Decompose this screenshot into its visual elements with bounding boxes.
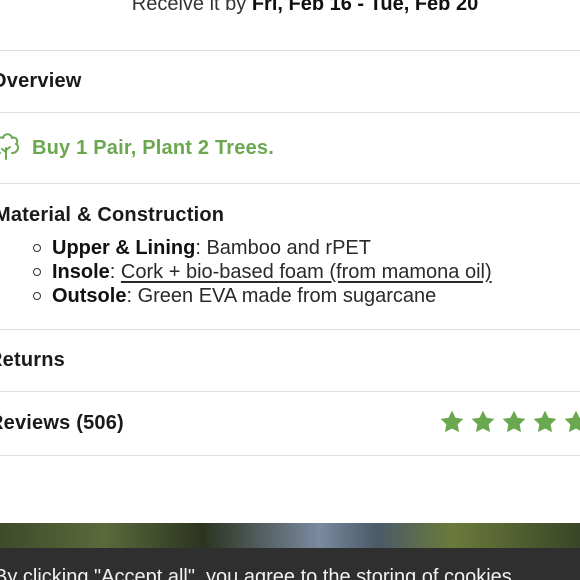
delivery-prefix: Receive it by — [131, 0, 252, 15]
divider — [0, 50, 580, 51]
insole-link[interactable]: Cork + bio-based foam (from mamona oil) — [121, 261, 492, 283]
material-value: Green EVA made from sugarcane — [137, 285, 437, 307]
separator: : — [126, 285, 138, 307]
material-name: Insole — [52, 261, 110, 283]
material-construction-toggle[interactable]: Material & Construction — [0, 204, 224, 227]
divider — [0, 391, 580, 392]
star-icon — [502, 410, 526, 433]
lifestyle-photo — [0, 523, 580, 548]
divider — [0, 183, 580, 184]
separator: : — [109, 261, 121, 283]
material-name: Outsole — [52, 285, 127, 307]
star-icon — [440, 410, 464, 433]
material-item-outsole: Outsole: Green EVA made from sugarcane — [30, 284, 492, 308]
returns-toggle[interactable]: Returns — [0, 349, 65, 372]
star-icon — [564, 410, 580, 433]
material-value: Bamboo and rPET — [206, 237, 371, 259]
star-icon — [533, 410, 557, 433]
promo-text: Buy 1 Pair, Plant 2 Trees. — [32, 137, 274, 159]
divider — [0, 112, 580, 113]
material-item-insole: Insole: Cork + bio-based foam (from mamo… — [30, 260, 492, 284]
product-details-page: Receive it by Fri, Feb 16 - Tue, Feb 20 … — [0, 0, 580, 580]
material-item-upper: Upper & Lining: Bamboo and rPET — [30, 236, 492, 260]
delivery-estimate: Receive it by Fri, Feb 16 - Tue, Feb 20 — [0, 0, 580, 16]
separator: : — [195, 237, 207, 259]
reviews-toggle[interactable]: Reviews (506) — [0, 412, 124, 435]
cookie-text: By clicking "Accept all", you agree to t… — [0, 566, 512, 580]
tree-icon — [0, 131, 20, 166]
material-list: Upper & Lining: Bamboo and rPET Insole: … — [30, 236, 492, 308]
tree-promo: Buy 1 Pair, Plant 2 Trees. — [0, 131, 274, 166]
material-name: Upper & Lining — [52, 237, 196, 259]
star-icon — [471, 410, 495, 433]
delivery-dates: Fri, Feb 16 - Tue, Feb 20 — [251, 0, 479, 15]
overview-toggle[interactable]: Overview — [0, 70, 82, 93]
star-rating[interactable] — [439, 409, 580, 435]
divider — [0, 329, 580, 330]
cookie-banner: By clicking "Accept all", you agree to t… — [0, 548, 580, 580]
divider — [0, 455, 580, 456]
